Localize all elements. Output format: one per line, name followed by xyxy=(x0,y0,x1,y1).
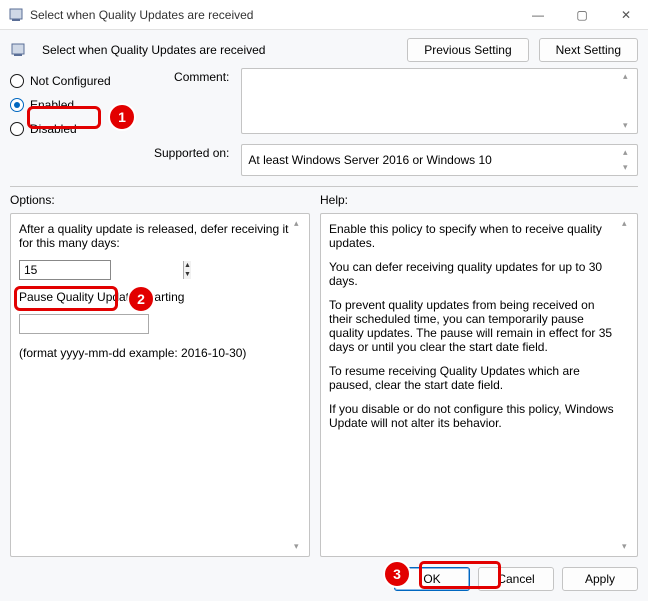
help-text: You can defer receiving quality updates … xyxy=(329,260,621,288)
spinner-up-icon[interactable]: ▲ xyxy=(184,261,191,270)
radio-label: Not Configured xyxy=(30,74,111,88)
maximize-button[interactable]: ▢ xyxy=(560,0,604,30)
radio-icon xyxy=(10,122,24,136)
next-setting-button[interactable]: Next Setting xyxy=(539,38,638,62)
help-text: Enable this policy to specify when to re… xyxy=(329,222,621,250)
options-label: Options: xyxy=(10,193,320,207)
title-bar: Select when Quality Updates are received… xyxy=(0,0,648,30)
help-label: Help: xyxy=(320,193,348,207)
content-area: Select when Quality Updates are received… xyxy=(0,30,648,601)
options-panel: After a quality update is released, defe… xyxy=(10,213,310,557)
radio-disabled[interactable]: Disabled xyxy=(10,122,150,136)
comment-textarea[interactable]: ▴▾ xyxy=(241,68,638,134)
spinner-down-icon[interactable]: ▼ xyxy=(184,270,191,279)
scrollbar[interactable]: ▴▾ xyxy=(623,147,635,173)
radio-label: Disabled xyxy=(30,122,77,136)
close-button[interactable]: ✕ xyxy=(604,0,648,30)
gpedit-icon xyxy=(8,7,24,23)
scrollbar[interactable]: ▴▾ xyxy=(294,218,306,552)
scrollbar[interactable]: ▴▾ xyxy=(623,71,635,131)
previous-setting-button[interactable]: Previous Setting xyxy=(407,38,528,62)
radio-label: Enabled xyxy=(30,98,74,112)
defer-days-input[interactable] xyxy=(20,261,183,279)
supported-box: At least Windows Server 2016 or Windows … xyxy=(241,144,638,176)
radio-icon xyxy=(10,98,24,112)
ok-button[interactable]: OK xyxy=(394,567,470,591)
comment-label: Comment: xyxy=(154,68,229,84)
help-text: To resume receiving Quality Updates whic… xyxy=(329,364,621,392)
help-panel: Enable this policy to specify when to re… xyxy=(320,213,638,557)
radio-not-configured[interactable]: Not Configured xyxy=(10,74,150,88)
help-text: If you disable or do not configure this … xyxy=(329,402,621,430)
minimize-button[interactable]: — xyxy=(516,0,560,30)
pause-start-input[interactable] xyxy=(19,314,149,334)
pause-label: Pause Quality Updates starting xyxy=(19,290,293,304)
gpedit-icon xyxy=(10,42,26,58)
separator xyxy=(10,186,638,187)
defer-days-spinner[interactable]: ▲ ▼ xyxy=(19,260,111,280)
window-title: Select when Quality Updates are received xyxy=(30,8,516,22)
supported-label: Supported on: xyxy=(154,144,229,160)
format-hint: (format yyyy-mm-dd example: 2016-10-30) xyxy=(19,346,293,360)
cancel-button[interactable]: Cancel xyxy=(478,567,554,591)
apply-button[interactable]: Apply xyxy=(562,567,638,591)
radio-enabled[interactable]: Enabled xyxy=(10,98,150,112)
defer-label: After a quality update is released, defe… xyxy=(19,222,293,250)
header-title: Select when Quality Updates are received xyxy=(42,43,397,57)
scrollbar[interactable]: ▴▾ xyxy=(622,218,634,552)
radio-icon xyxy=(10,74,24,88)
supported-value: At least Windows Server 2016 or Windows … xyxy=(248,153,491,167)
help-text: To prevent quality updates from being re… xyxy=(329,298,621,354)
